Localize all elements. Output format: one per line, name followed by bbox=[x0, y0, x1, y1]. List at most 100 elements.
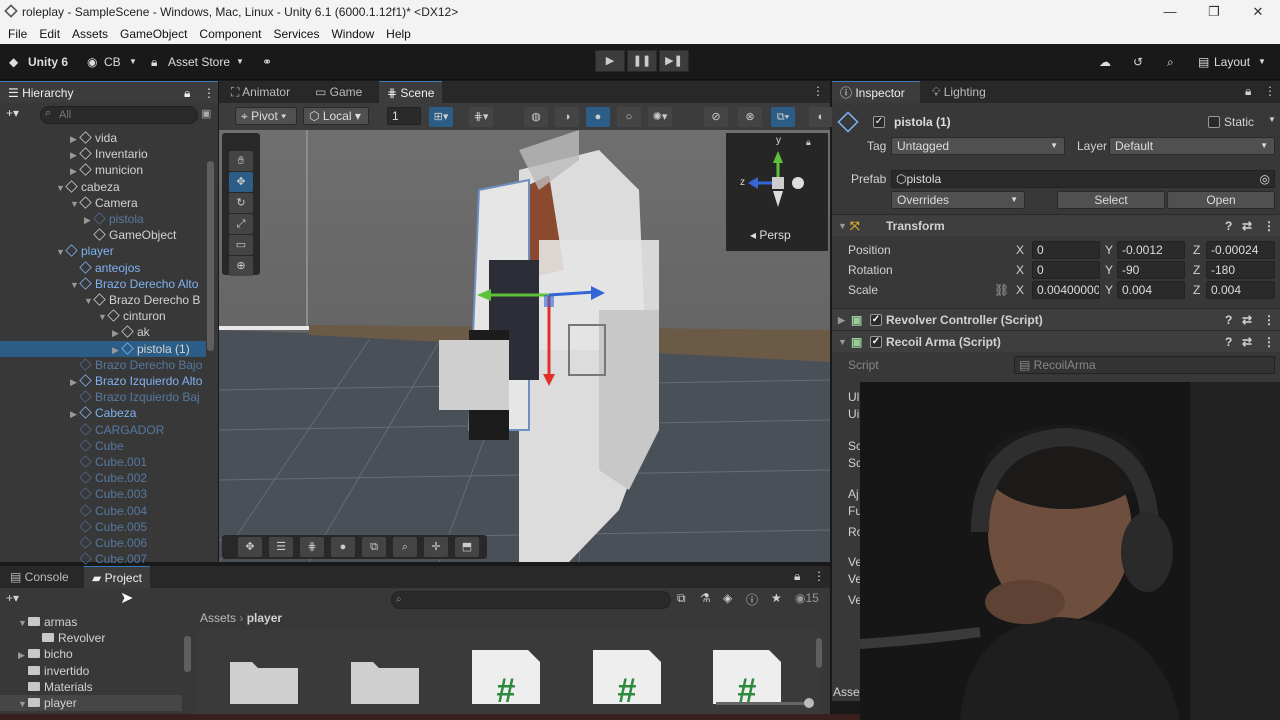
overrides-dropdown[interactable]: Overrides ▼ bbox=[891, 191, 1025, 209]
layout-dropdown[interactable]: Layout bbox=[1214, 52, 1250, 72]
hierarchy-row[interactable]: ▼ player bbox=[0, 243, 206, 259]
step-button[interactable]: ▶❚ bbox=[659, 50, 689, 72]
breadcrumb-player[interactable]: player bbox=[247, 611, 282, 625]
move-tool-icon[interactable]: ✥ bbox=[229, 172, 253, 192]
projection-label[interactable]: Persp bbox=[759, 228, 790, 242]
static-dropdown-icon[interactable]: ▼ bbox=[1268, 115, 1276, 124]
hierarchy-row[interactable]: Cube.001 bbox=[0, 454, 206, 470]
foldout-arrow-icon[interactable]: ▶ bbox=[70, 163, 80, 179]
create-asset-button[interactable]: +▾ bbox=[6, 591, 19, 605]
overlay-search-icon[interactable]: ⌕ bbox=[393, 537, 417, 557]
hierarchy-row[interactable]: Cube bbox=[0, 438, 206, 454]
tab-animator[interactable]: ⛶ Animator bbox=[223, 81, 298, 103]
foldout-arrow-icon[interactable]: ▼ bbox=[70, 277, 80, 293]
help-icon[interactable]: ? bbox=[1225, 309, 1232, 331]
overlay-move-icon[interactable]: ✥ bbox=[238, 537, 262, 557]
overlay-layers-icon[interactable]: ⧉ bbox=[362, 537, 386, 557]
more-icon[interactable]: ⋮ bbox=[203, 82, 215, 104]
grid-snap-icon[interactable]: ⊞▾ bbox=[429, 107, 453, 127]
menu-gameobject[interactable]: GameObject bbox=[120, 27, 187, 41]
render-unlit-icon[interactable]: ○ bbox=[617, 107, 641, 127]
overlay-snap-icon[interactable]: ✛ bbox=[424, 537, 448, 557]
hierarchy-row[interactable]: ▶ Cabeza bbox=[0, 405, 206, 421]
hierarchy-row[interactable]: ▶ Brazo Izquierdo Alto bbox=[0, 373, 206, 389]
tab-hierarchy[interactable]: ☰ Hierarchy 🔒︎ ⋮ bbox=[0, 81, 218, 103]
more-icon[interactable]: ⋮ bbox=[813, 569, 825, 583]
project-search-input[interactable]: ⌕ bbox=[391, 591, 671, 609]
foldout-arrow-icon[interactable]: ▶ bbox=[112, 325, 122, 341]
hierarchy-row[interactable]: ▼ Brazo Derecho B bbox=[0, 292, 206, 308]
render-shaded-wire-icon[interactable]: ◑ bbox=[555, 107, 579, 127]
unity-version-button[interactable]: Unity 6 bbox=[28, 52, 68, 72]
play-button[interactable]: ▶ bbox=[595, 50, 625, 72]
hierarchy-row[interactable]: ▶ pistola bbox=[0, 211, 206, 227]
render-wireframe-icon[interactable]: ◍ bbox=[524, 107, 548, 127]
hierarchy-row[interactable]: Cube.006 bbox=[0, 535, 206, 551]
component-menu-icon[interactable]: ⋮ bbox=[1263, 215, 1275, 237]
position-x-field[interactable]: 0 bbox=[1032, 241, 1100, 259]
history-icon[interactable]: ↺ bbox=[1133, 52, 1143, 72]
tag-filter-icon[interactable]: ◈ bbox=[723, 591, 732, 605]
revolver-controller-header[interactable]: ▶ ▣ ✓ Revolver Controller (Script) ? ⇄ ⋮ bbox=[832, 308, 1280, 330]
hand-tool-icon[interactable]: ✋︎ bbox=[229, 151, 253, 171]
rotation-x-field[interactable]: 0 bbox=[1032, 261, 1100, 279]
hierarchy-row[interactable]: Cube.003 bbox=[0, 486, 206, 502]
account-button[interactable]: CB bbox=[104, 52, 121, 72]
revolver-controller-checkbox[interactable]: ✓ bbox=[870, 314, 882, 326]
tag-dropdown[interactable]: Untagged ▼ bbox=[891, 137, 1065, 155]
hierarchy-row[interactable]: Cube.002 bbox=[0, 470, 206, 486]
transform-header[interactable]: ▼ ⤧ Transform ? ⇄ ⋮ bbox=[832, 214, 1280, 236]
search-icon[interactable]: ⌕ bbox=[1167, 52, 1174, 72]
folder-row[interactable]: invertido bbox=[0, 663, 182, 679]
folder-row[interactable]: Revolver bbox=[0, 630, 182, 646]
layer-dropdown[interactable]: Default ▼ bbox=[1109, 137, 1275, 155]
fx-icon[interactable]: ⊘ bbox=[704, 107, 728, 127]
hierarchy-row[interactable]: ▼ Camera bbox=[0, 195, 206, 211]
menu-window[interactable]: Window bbox=[331, 27, 374, 41]
asset-grid-scrollbar[interactable] bbox=[816, 638, 822, 668]
presets-icon[interactable]: ⇄ bbox=[1242, 309, 1252, 331]
scale-x-field[interactable]: 0.00400000 bbox=[1032, 281, 1100, 299]
grid-icon[interactable]: ⋕▾ bbox=[469, 107, 493, 127]
presets-icon[interactable]: ⇄ bbox=[1242, 215, 1252, 237]
lock-icon[interactable]: 🔒︎ bbox=[184, 82, 190, 104]
search-by-label-icon[interactable]: ⚗ bbox=[700, 591, 711, 605]
menu-help[interactable]: Help bbox=[386, 27, 411, 41]
folder-tree-scrollbar[interactable] bbox=[184, 616, 191, 706]
hierarchy-scrollbar[interactable] bbox=[207, 131, 214, 551]
lock-icon[interactable]: 🔒︎ bbox=[1245, 84, 1251, 99]
component-menu-icon[interactable]: ⋮ bbox=[1263, 309, 1275, 331]
tab-inspector[interactable]: ⓘ Inspector bbox=[832, 81, 920, 103]
prefab-open-button[interactable]: Open bbox=[1167, 191, 1275, 209]
static-checkbox[interactable] bbox=[1208, 116, 1220, 128]
hierarchy-search-input[interactable] bbox=[40, 106, 198, 124]
recoil-arma-header[interactable]: ▼ ▣ ✓ Recoil Arma (Script) ? ⇄ ⋮ bbox=[832, 330, 1280, 352]
foldout-arrow-icon[interactable]: ▼ bbox=[84, 293, 94, 309]
hierarchy-row[interactable]: ▶ ak bbox=[0, 324, 206, 340]
filter-icon[interactable]: ▣ bbox=[201, 107, 211, 120]
foldout-arrow-icon[interactable]: ▶ bbox=[70, 147, 80, 163]
foldout-arrow-icon[interactable]: ▼ bbox=[18, 696, 28, 712]
hierarchy-row[interactable]: ▶ vida bbox=[0, 130, 206, 146]
hierarchy-row[interactable]: ▶ municion bbox=[0, 162, 206, 178]
foldout-arrow-icon[interactable]: ▶ bbox=[112, 342, 122, 358]
hierarchy-row[interactable]: ▶ pistola (1) bbox=[0, 340, 206, 358]
maximize-button[interactable]: ❐ bbox=[1192, 0, 1236, 24]
rotate-tool-icon[interactable]: ↻ bbox=[229, 193, 253, 213]
hierarchy-row[interactable]: GameObject bbox=[0, 227, 206, 243]
tab-scene[interactable]: ⋕ Scene bbox=[379, 81, 443, 103]
overlay-align-icon[interactable]: ☰ bbox=[269, 537, 293, 557]
position-y-field[interactable]: -0.0012 bbox=[1117, 241, 1185, 259]
scene-viewport[interactable]: ✋︎ ✥ ↻ ⤢ ▭ ⊕ 🔒︎ y z ◂ Persp ✥ ☰ ⋕ ● ⧉ ⌕ … bbox=[219, 130, 830, 562]
foldout-arrow-icon[interactable]: ▶ bbox=[84, 212, 94, 228]
info-filter-icon[interactable]: ⓘ bbox=[746, 591, 758, 608]
pause-button[interactable]: ❚❚ bbox=[627, 50, 657, 72]
grid-size-field[interactable]: 1 bbox=[387, 107, 421, 125]
tab-console[interactable]: ▤ Console bbox=[2, 566, 77, 588]
folder-row[interactable]: ▼ player bbox=[0, 695, 182, 711]
hierarchy-row[interactable]: Cube.005 bbox=[0, 519, 206, 535]
tab-lighting[interactable]: 💡︎ Lighting bbox=[924, 81, 994, 103]
lock-icon[interactable]: 🔒︎ bbox=[794, 569, 800, 584]
menu-services[interactable]: Services bbox=[273, 27, 319, 41]
thumbnail-size-slider[interactable] bbox=[716, 698, 814, 708]
